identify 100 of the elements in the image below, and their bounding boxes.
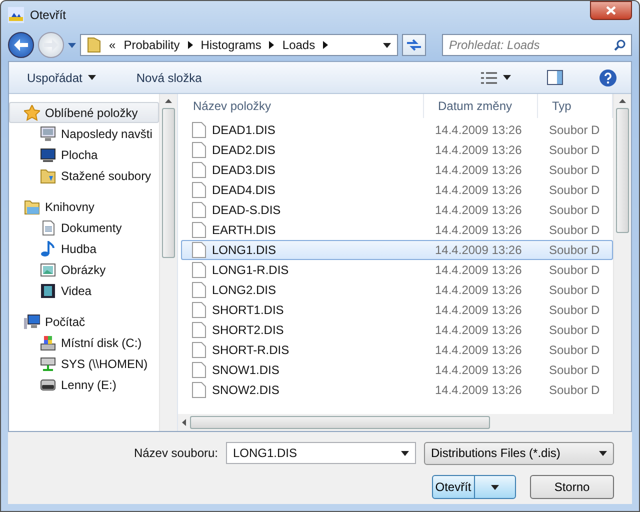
caret-icon (88, 75, 96, 80)
music-note-icon (40, 240, 56, 256)
chevron-icon (269, 41, 274, 49)
date-cell-text: 14.4.2009 13:26 (434, 343, 523, 357)
file-icon (192, 122, 206, 138)
breadcrumb-item[interactable]: Histograms (200, 38, 262, 52)
sidebar-item-label: Naposledy navšti (61, 126, 152, 140)
monitor-icon (40, 126, 56, 142)
close-icon (606, 6, 616, 15)
date-cell-text: 14.4.2009 13:26 (434, 163, 523, 177)
caret-icon (503, 75, 511, 80)
monitor-icon (40, 146, 56, 162)
scrollbar[interactable] (613, 94, 631, 414)
type-cell-text: Soubor D (548, 383, 601, 397)
sidebar-item[interactable]: Stažené soubory (9, 165, 159, 186)
scrollbar[interactable] (159, 94, 177, 431)
file-icon (192, 142, 206, 158)
type-cell-text: Soubor D (548, 363, 601, 377)
date-cell-text: 14.4.2009 13:26 (434, 363, 523, 377)
sidebar-group[interactable]: Knihovny (9, 196, 159, 217)
organize-button[interactable]: Uspořádat (21, 68, 102, 88)
file-name: SHORT2.DIS (212, 323, 284, 337)
arrow-icon (44, 39, 58, 51)
sidebar-item[interactable]: Obrázky (9, 259, 159, 280)
computer-icon (24, 314, 40, 330)
file-row[interactable]: SNOW1.DIS 14.4.2009 13:26 Soubor D (181, 360, 613, 380)
chevron-icon (188, 41, 193, 49)
caret-icon (490, 484, 499, 490)
sidebar-item[interactable]: Místní disk (C:) (9, 332, 159, 353)
file-icon (192, 242, 206, 258)
folder-icon (87, 37, 101, 53)
refresh-button[interactable] (402, 34, 426, 56)
file-icon (192, 282, 206, 298)
file-row[interactable]: SHORT2.DIS 14.4.2009 13:26 Soubor D (181, 320, 613, 340)
column-header[interactable]: Datum změny (424, 94, 538, 118)
sidebar-item-label: SYS (\\HOMEN) (61, 356, 148, 370)
file-name: DEAD2.DIS (212, 143, 276, 157)
date-cell-text: 14.4.2009 13:26 (434, 183, 523, 197)
horizontal-scrollbar[interactable] (178, 414, 631, 431)
address-bar[interactable]: « Probability Histograms Loads (80, 34, 398, 56)
sidebar-item[interactable]: Lenny (E:) (9, 374, 159, 395)
file-name: LONG1-R.DIS (212, 263, 289, 277)
close-button[interactable] (590, 1, 632, 20)
file-row[interactable]: DEAD-S.DIS 14.4.2009 13:26 Soubor D (181, 200, 613, 220)
type-cell-text: Soubor D (548, 303, 601, 317)
sidebar-item-label: Obrázky (61, 262, 106, 276)
date-cell-text: 14.4.2009 13:26 (434, 263, 523, 277)
star-icon (24, 104, 40, 120)
sidebar-group-label: Knihovny (45, 200, 94, 214)
file-row[interactable]: LONG2.DIS 14.4.2009 13:26 Soubor D (181, 280, 613, 300)
file-row[interactable]: SHORT-R.DIS 14.4.2009 13:26 Soubor D (181, 340, 613, 360)
picture-icon (40, 262, 56, 278)
date-cell-text: 14.4.2009 13:26 (434, 383, 523, 397)
network-drive-icon (40, 356, 56, 372)
file-icon (192, 202, 206, 218)
file-row[interactable]: DEAD3.DIS 14.4.2009 13:26 Soubor D (181, 160, 613, 180)
sidebar-group[interactable]: Oblíbené položky (9, 102, 159, 123)
breadcrumb-item[interactable]: Probability (124, 38, 180, 52)
sidebar-item[interactable]: Hudba (9, 238, 159, 259)
type-cell-text: Soubor D (548, 283, 601, 297)
cancel-button[interactable]: Storno (530, 475, 614, 499)
file-row[interactable]: EARTH.DIS 14.4.2009 13:26 Soubor D (181, 220, 613, 240)
overflow-chevron[interactable]: « (109, 38, 116, 52)
sidebar-item[interactable]: Videa (9, 280, 159, 301)
search-field[interactable]: Prohledat: Loads (442, 34, 632, 56)
open-button[interactable]: Otevřít (432, 475, 516, 499)
type-cell-text: Soubor D (548, 143, 601, 157)
file-row[interactable]: LONG1-R.DIS 14.4.2009 13:26 Soubor D (181, 260, 613, 280)
file-name: DEAD-S.DIS (212, 203, 281, 217)
file-row[interactable]: DEAD1.DIS 14.4.2009 13:26 Soubor D (181, 120, 613, 140)
date-cell-text: 14.4.2009 13:26 (434, 243, 523, 257)
file-row[interactable]: LONG1.DIS 14.4.2009 13:26 Soubor D (181, 240, 613, 260)
chevron-icon (323, 41, 328, 49)
sidebar-group[interactable]: Počítač (9, 311, 159, 332)
drive-icon (40, 376, 56, 392)
back-button[interactable] (8, 32, 34, 58)
file-icon (192, 322, 206, 338)
sidebar-group-label: Oblíbené položky (45, 106, 138, 120)
file-row[interactable]: DEAD4.DIS 14.4.2009 13:26 Soubor D (181, 180, 613, 200)
file-row[interactable]: DEAD2.DIS 14.4.2009 13:26 Soubor D (181, 140, 613, 160)
file-name-field[interactable]: LONG1.DIS (226, 442, 416, 464)
sidebar-item[interactable]: SYS (\\HOMEN) (9, 353, 159, 374)
new-folder-button[interactable]: Nová složka (130, 68, 208, 88)
caret-icon (165, 99, 172, 103)
sidebar-item-label: Hudba (61, 242, 96, 256)
file-name: SHORT-R.DIS (212, 343, 290, 357)
sidebar-item-label: Místní disk (C:) (61, 336, 142, 350)
sidebar-item[interactable]: Plocha (9, 144, 159, 165)
file-name-label: Název souboru: (134, 446, 218, 460)
sidebar-item[interactable]: Naposledy navšti (9, 123, 159, 144)
file-row[interactable]: SHORT1.DIS 14.4.2009 13:26 Soubor D (181, 300, 613, 320)
file-row[interactable]: SNOW2.DIS 14.4.2009 13:26 Soubor D (181, 380, 613, 400)
caret-icon (182, 419, 186, 426)
refresh-icon (406, 38, 422, 52)
sidebar-item[interactable]: Dokumenty (9, 217, 159, 238)
breadcrumb-item[interactable]: Loads (282, 38, 316, 52)
caret-icon (599, 450, 607, 456)
file-type-dropdown[interactable]: Distributions Files (*.dis) (424, 442, 614, 464)
folder-icon (24, 198, 40, 214)
column-header[interactable]: Název položky (178, 94, 424, 118)
